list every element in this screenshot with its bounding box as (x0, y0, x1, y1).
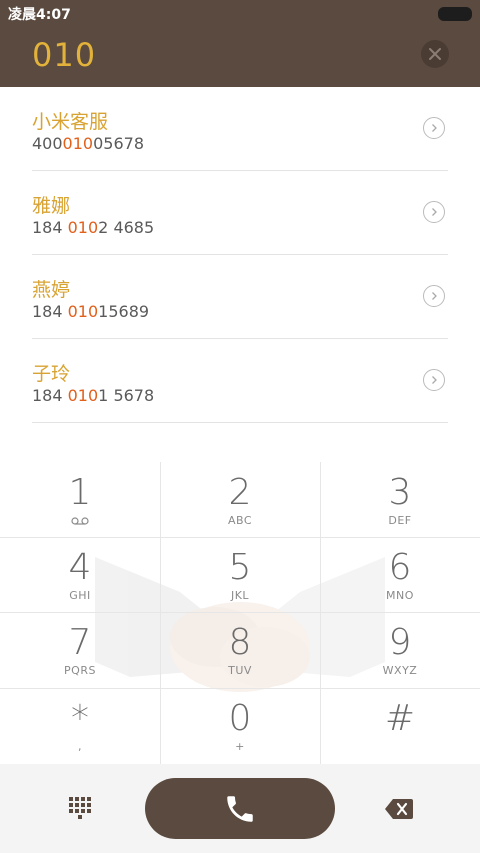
key-digit: 4 (68, 547, 92, 588)
key-letters: PQRS (64, 664, 96, 677)
number-match: 010 (62, 134, 94, 153)
contact-number: 184 0101 5678 (32, 386, 154, 405)
key-2[interactable]: 2 ABC (160, 462, 320, 538)
key-digit: 3 (388, 472, 412, 513)
key-0[interactable]: 0 + (160, 688, 320, 764)
number-suffix: 15689 (98, 302, 150, 321)
dial-keypad: 1 2 ABC 3 DEF 4 GHI 5 JKL 6 MNO 7 PQRS 8… (0, 462, 480, 764)
status-time: 凌晨4:07 (8, 7, 71, 23)
number-prefix: 184 (32, 302, 68, 321)
phone-icon (227, 795, 253, 822)
key-7[interactable]: 7 PQRS (0, 612, 160, 688)
contact-suggestion-list: 小米客服 40001005678 雅娜 184 0102 4685 燕婷 184… (32, 87, 448, 423)
chevron-right-icon (432, 376, 437, 384)
key-digit: 8 (228, 622, 252, 663)
number-prefix: 184 (32, 386, 68, 405)
dialer-header: 凌晨4:07 010 (0, 0, 480, 87)
key-digit: 1 (68, 472, 92, 513)
key-letters: TUV (228, 664, 252, 677)
battery-icon (438, 7, 472, 21)
number-suffix: 2 4685 (98, 218, 155, 237)
key-8[interactable]: 8 TUV (160, 612, 320, 688)
contact-name: 小米客服 (32, 111, 109, 133)
key-digit: 0 (228, 698, 252, 739)
backspace-button[interactable] (384, 798, 414, 820)
key-letters: MNO (386, 589, 414, 602)
close-icon (429, 48, 441, 60)
contact-detail-button[interactable] (423, 201, 445, 223)
contact-number: 40001005678 (32, 134, 144, 153)
dialed-number[interactable]: 010 (32, 36, 96, 74)
contact-item[interactable]: 燕婷 184 01015689 (32, 255, 448, 339)
key-digit: 6 (388, 547, 412, 588)
number-prefix: 400 (32, 134, 63, 153)
number-suffix: 1 5678 (98, 386, 155, 405)
key-letters: , (78, 740, 82, 753)
contact-name: 子玲 (32, 363, 71, 385)
key-digit: 7 (68, 622, 92, 663)
chevron-right-icon (432, 208, 437, 216)
key-digit: 9 (388, 622, 412, 663)
contact-detail-button[interactable] (423, 369, 445, 391)
number-match: 010 (67, 218, 99, 237)
contact-detail-button[interactable] (423, 117, 445, 139)
key-digit: * (71, 698, 89, 739)
key-digit: # (384, 698, 416, 739)
key-letters: ABC (227, 514, 253, 527)
number-suffix: 05678 (93, 134, 144, 153)
key-9[interactable]: 9 WXYZ (320, 612, 480, 688)
dialer-action-bar (0, 764, 480, 853)
contact-number: 184 0102 4685 (32, 218, 154, 237)
key-hash[interactable]: # (320, 688, 480, 764)
contact-item[interactable]: 雅娜 184 0102 4685 (32, 171, 448, 255)
dialer-screen: 凌晨4:07 010 小米客服 40001005678 雅娜 184 0102 … (0, 0, 480, 853)
key-3[interactable]: 3 DEF (320, 462, 480, 538)
contact-item[interactable]: 子玲 184 0101 5678 (32, 339, 448, 423)
contact-item[interactable]: 小米客服 40001005678 (32, 87, 448, 171)
key-4[interactable]: 4 GHI (0, 537, 160, 613)
dialpad-grid-icon (69, 797, 91, 819)
contact-name: 燕婷 (32, 279, 71, 301)
clear-number-button[interactable] (421, 40, 449, 68)
key-digit: 5 (228, 547, 252, 588)
dialpad-toggle-button[interactable] (67, 796, 93, 820)
backspace-icon (385, 799, 413, 819)
key-6[interactable]: 6 MNO (320, 537, 480, 613)
key-letters: + (235, 740, 245, 753)
key-star[interactable]: * , (0, 688, 160, 764)
key-digit: 2 (228, 472, 252, 513)
call-button[interactable] (145, 778, 335, 839)
key-1[interactable]: 1 (0, 462, 160, 538)
key-letters: JKL (230, 589, 250, 602)
voicemail-icon (71, 517, 89, 525)
key-letters: WXYZ (382, 664, 418, 677)
number-prefix: 184 (32, 218, 68, 237)
key-5[interactable]: 5 JKL (160, 537, 320, 613)
chevron-right-icon (432, 292, 437, 300)
number-match: 010 (67, 386, 99, 405)
contact-number: 184 01015689 (32, 302, 149, 321)
key-letters: DEF (388, 514, 412, 527)
chevron-right-icon (432, 124, 437, 132)
key-letters: GHI (69, 589, 91, 602)
number-match: 010 (67, 302, 99, 321)
contact-detail-button[interactable] (423, 285, 445, 307)
contact-name: 雅娜 (32, 195, 71, 217)
